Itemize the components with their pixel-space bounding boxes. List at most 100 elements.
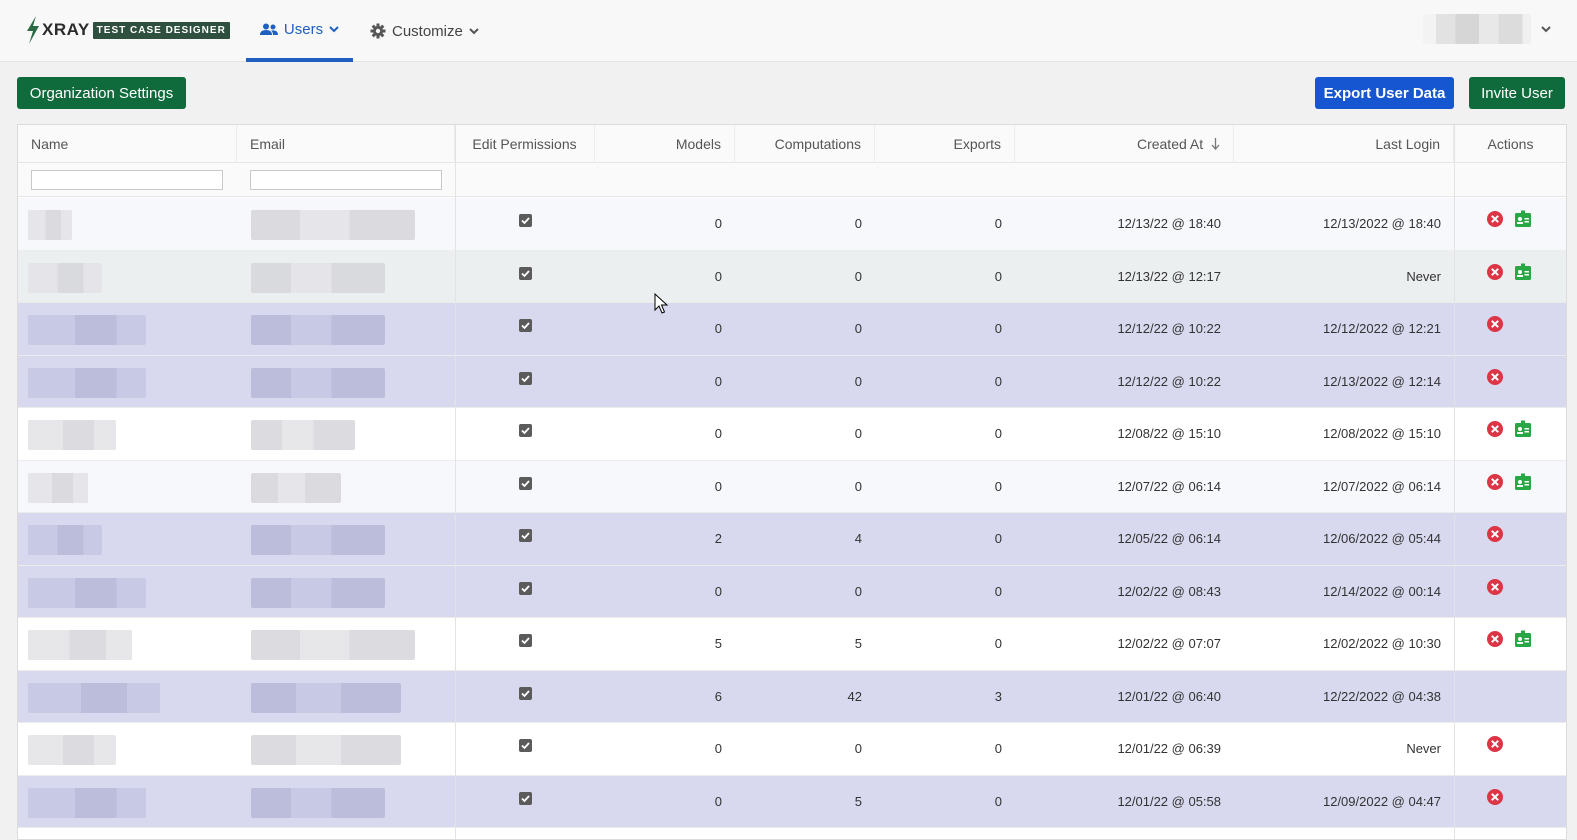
table-row[interactable]: 0 0 0 12/13/22 @ 18:40 12/13/2022 @ 18:40: [18, 198, 1566, 251]
exports-cell: 3: [994, 688, 1002, 704]
nav-users[interactable]: Users: [246, 0, 353, 62]
email-cell-redacted: [251, 210, 415, 240]
exports-cell: 0: [994, 793, 1002, 809]
models-cell: 0: [714, 373, 722, 389]
export-user-data-button[interactable]: Export User Data: [1315, 77, 1454, 109]
column-divider: [455, 125, 456, 839]
delete-user-icon[interactable]: [1486, 473, 1504, 491]
edit-permissions-checkbox[interactable]: [519, 686, 532, 700]
name-cell-redacted: [28, 682, 160, 713]
chevron-down-icon: [329, 26, 339, 33]
exports-cell: 0: [994, 268, 1002, 284]
delete-user-icon[interactable]: [1486, 210, 1504, 228]
edit-permissions-checkbox[interactable]: [519, 581, 532, 595]
edit-permissions-checkbox[interactable]: [519, 476, 532, 490]
logo-word: XRAY: [42, 20, 90, 39]
top-navbar: XRAY TEST CASE DESIGNER Users Customize: [0, 0, 1577, 62]
id-badge-icon[interactable]: [1514, 420, 1532, 438]
edit-permissions-checkbox[interactable]: [519, 529, 532, 542]
email-cell-redacted: [251, 577, 385, 608]
id-badge-icon[interactable]: [1514, 263, 1532, 281]
email-cell-redacted: [251, 735, 401, 765]
computations-cell: 0: [854, 268, 862, 284]
id-badge-icon[interactable]: [1514, 473, 1532, 491]
exports-cell: 0: [994, 426, 1002, 441]
table-row[interactable]: 0 0 0 12/12/22 @ 10:22 12/12/2022 @ 12:21: [18, 303, 1566, 356]
table-row[interactable]: 0 0 0 12/13/22 @ 12:17 Never: [18, 250, 1566, 303]
computations-cell: 42: [847, 688, 862, 704]
email-cell-redacted: [251, 630, 415, 660]
models-cell: 0: [714, 478, 722, 494]
models-cell: 0: [714, 426, 722, 441]
edit-permissions-checkbox[interactable]: [519, 214, 532, 227]
delete-user-icon[interactable]: [1486, 525, 1504, 543]
last-login-cell: 12/02/2022 @ 10:30: [1322, 636, 1441, 651]
table-row[interactable]: 0 0 0 12/01/22 @ 06:39 Never: [18, 723, 1566, 776]
exports-cell: 0: [994, 321, 1002, 336]
models-cell: 0: [714, 793, 722, 809]
column-header-exports[interactable]: Exports: [875, 125, 1015, 163]
app-logo[interactable]: XRAY TEST CASE DESIGNER: [24, 15, 230, 45]
computations-cell: 4: [854, 531, 862, 546]
exports-cell: 0: [994, 478, 1002, 494]
id-badge-icon[interactable]: [1514, 630, 1532, 648]
user-menu[interactable]: [1423, 14, 1551, 44]
last-login-cell: 12/06/2022 @ 05:44: [1322, 531, 1441, 546]
column-header-actions: Actions: [1487, 136, 1534, 152]
table-row[interactable]: 6 42 3 12/01/22 @ 06:40 12/22/2022 @ 04:38: [18, 670, 1566, 723]
email-cell-redacted: [251, 420, 355, 450]
delete-user-icon[interactable]: [1486, 315, 1504, 333]
edit-permissions-checkbox[interactable]: [519, 371, 532, 385]
table-row[interactable]: 0 0 0 12/12/22 @ 10:22 12/13/2022 @ 12:14: [18, 355, 1566, 408]
models-cell: 0: [714, 216, 722, 231]
chevron-down-icon: [1541, 26, 1551, 33]
table-row[interactable]: 2 4 0 12/05/22 @ 06:14 12/06/2022 @ 05:44: [18, 513, 1566, 566]
created-cell: 12/07/22 @ 06:14: [1117, 478, 1221, 494]
computations-cell: 0: [854, 583, 862, 599]
table-row[interactable]: 0 0 0 12/02/22 @ 08:43 12/14/2022 @ 00:14: [18, 565, 1566, 618]
exports-cell: 0: [994, 636, 1002, 651]
id-badge-icon[interactable]: [1514, 210, 1532, 228]
column-divider: [1454, 125, 1455, 839]
organization-settings-button[interactable]: Organization Settings: [17, 77, 186, 109]
delete-user-icon[interactable]: [1486, 578, 1504, 596]
delete-user-icon[interactable]: [1486, 368, 1504, 386]
delete-user-icon[interactable]: [1486, 420, 1504, 438]
edit-permissions-checkbox[interactable]: [519, 319, 532, 332]
column-header-computations[interactable]: Computations: [735, 125, 875, 163]
models-cell: 0: [714, 583, 722, 599]
name-cell-redacted: [28, 472, 88, 503]
column-header-edit-permissions[interactable]: Edit Permissions: [455, 125, 595, 163]
logo-tag: TEST CASE DESIGNER: [92, 21, 230, 39]
models-cell: 5: [714, 636, 722, 651]
table-row[interactable]: 0 5 0 12/01/22 @ 05:58 12/09/2022 @ 04:47: [18, 775, 1566, 828]
lightning-icon: [27, 16, 39, 44]
email-filter-input[interactable]: [250, 170, 442, 190]
edit-permissions-checkbox[interactable]: [519, 739, 532, 752]
delete-user-icon[interactable]: [1486, 630, 1504, 648]
table-row[interactable]: 0 0 0 12/07/22 @ 06:14 12/07/2022 @ 06:14: [18, 460, 1566, 513]
created-cell: 12/12/22 @ 10:22: [1117, 373, 1221, 389]
edit-permissions-checkbox[interactable]: [519, 266, 532, 280]
nav-customize[interactable]: Customize: [370, 0, 490, 62]
gear-icon: [370, 23, 386, 39]
column-header-last-login[interactable]: Last Login: [1234, 125, 1454, 163]
column-header-email[interactable]: Email: [237, 125, 455, 163]
edit-permissions-checkbox[interactable]: [519, 424, 532, 437]
column-header-created-at[interactable]: Created At: [1015, 125, 1234, 163]
edit-permissions-checkbox[interactable]: [519, 634, 532, 647]
invite-user-button[interactable]: Invite User: [1469, 77, 1565, 109]
delete-user-icon[interactable]: [1486, 263, 1504, 281]
edit-permissions-checkbox[interactable]: [519, 791, 532, 805]
name-cell-redacted: [28, 367, 146, 398]
table-row[interactable]: 0 0 0 12/08/22 @ 15:10 12/08/2022 @ 15:10: [18, 408, 1566, 461]
exports-cell: 0: [994, 531, 1002, 546]
column-header-name[interactable]: Name: [18, 125, 237, 163]
delete-user-icon[interactable]: [1486, 788, 1504, 806]
column-header-models[interactable]: Models: [595, 125, 735, 163]
table-row[interactable]: 5 5 0 12/02/22 @ 07:07 12/02/2022 @ 10:30: [18, 618, 1566, 671]
delete-user-icon[interactable]: [1486, 735, 1504, 753]
name-cell-redacted: [28, 577, 146, 608]
name-filter-input[interactable]: [31, 170, 223, 190]
email-cell-redacted: [251, 315, 385, 345]
